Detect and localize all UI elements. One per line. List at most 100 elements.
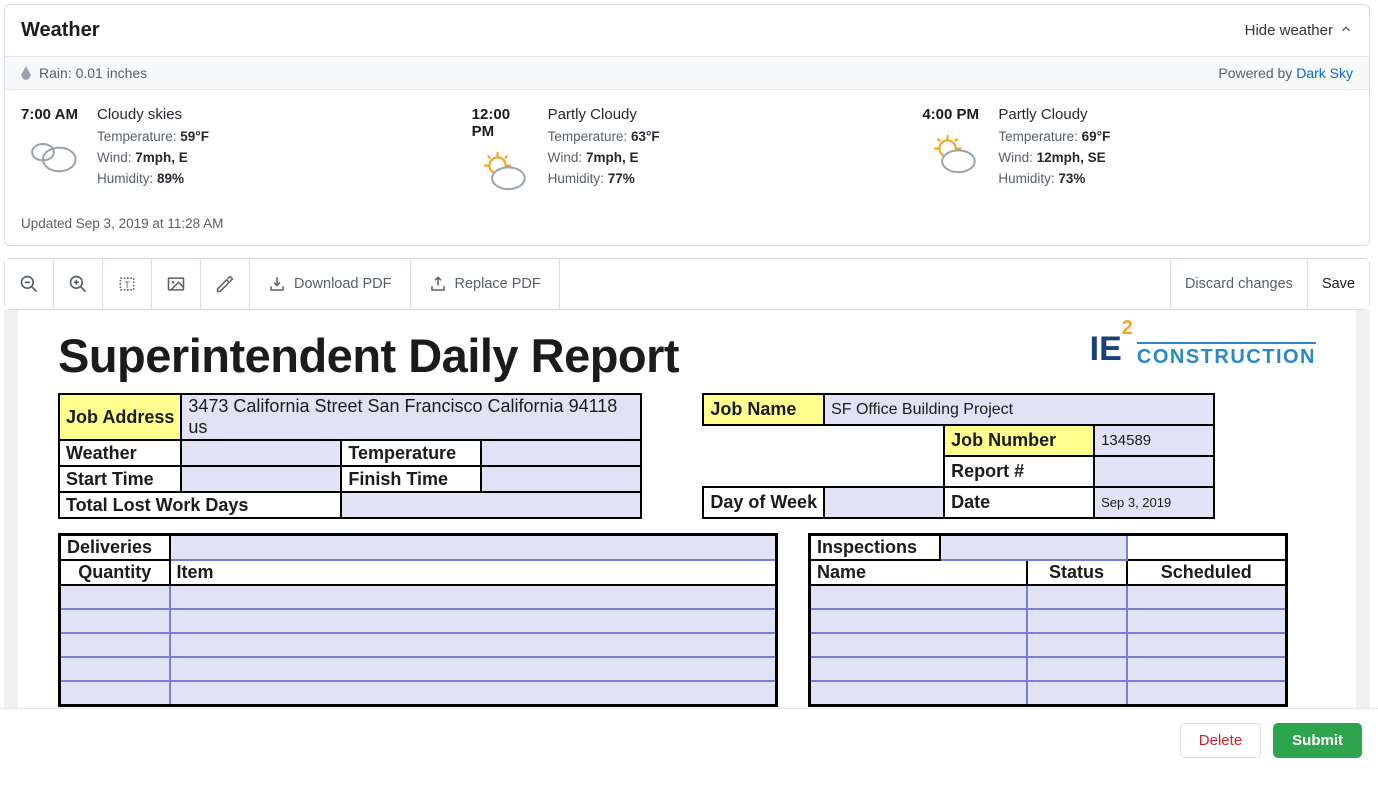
- col-status: Status: [1027, 560, 1127, 585]
- inspections-title-cell[interactable]: [940, 535, 1127, 561]
- weather-title: Weather: [21, 19, 100, 42]
- rain-bar: Rain: 0.01 inches Powered by Dark Sky: [5, 56, 1369, 90]
- insp-status-cell[interactable]: [1027, 633, 1127, 657]
- label-total-lost: Total Lost Work Days: [59, 492, 341, 518]
- field-job-name[interactable]: SF Office Building Project: [824, 394, 1214, 425]
- col-quantity: Quantity: [60, 560, 170, 585]
- delivery-qty-cell[interactable]: [60, 657, 170, 681]
- discard-changes-button[interactable]: Discard changes: [1170, 259, 1308, 309]
- label-finish-time: Finish Time: [341, 466, 481, 492]
- delivery-item-cell[interactable]: [170, 585, 777, 609]
- period-condition: Partly Cloudy: [998, 106, 1110, 123]
- label-day-of-week: Day of Week: [703, 487, 824, 518]
- delivery-qty-cell[interactable]: [60, 681, 170, 705]
- weather-periods: 7:00 AM Cloudy skies Temperature: 59°F W…: [5, 90, 1369, 210]
- weather-updated: Updated Sep 3, 2019 at 11:28 AM: [5, 210, 1369, 245]
- insp-sched-cell[interactable]: [1127, 657, 1287, 681]
- cloud-icon: [21, 123, 83, 185]
- weather-period: 4:00 PM Partly Cloudy Temperature: 69°F …: [922, 106, 1353, 202]
- insp-sched-cell[interactable]: [1127, 681, 1287, 705]
- delivery-item-cell[interactable]: [170, 633, 777, 657]
- document-page: IE2 CONSTRUCTION Superintendent Daily Re…: [18, 310, 1356, 708]
- delivery-item-cell[interactable]: [170, 609, 777, 633]
- field-job-address[interactable]: 3473 California Street San Francisco Cal…: [181, 394, 641, 440]
- deliveries-table: Deliveries Quantity Item: [58, 533, 778, 707]
- field-day-of-week[interactable]: [824, 487, 944, 518]
- logo-construction: CONSTRUCTION: [1137, 342, 1316, 369]
- insp-sched-cell[interactable]: [1127, 633, 1287, 657]
- field-temperature[interactable]: [481, 440, 641, 466]
- partly-cloudy-icon: [922, 123, 984, 185]
- period-wind: Wind: 7mph, E: [548, 150, 660, 165]
- label-job-number: Job Number: [944, 425, 1094, 456]
- period-humidity: Humidity: 77%: [548, 171, 660, 186]
- period-humidity: Humidity: 73%: [998, 171, 1110, 186]
- replace-pdf-label: Replace PDF: [455, 276, 541, 292]
- field-weather[interactable]: [181, 440, 341, 466]
- draw-button[interactable]: [201, 259, 250, 309]
- zoom-out-button[interactable]: [5, 259, 54, 309]
- zoom-in-button[interactable]: [54, 259, 103, 309]
- raindrop-icon: [21, 66, 31, 80]
- chevron-up-icon: [1339, 22, 1353, 40]
- footer-bar: Delete Submit: [0, 708, 1378, 772]
- powered-by: Powered by Dark Sky: [1218, 65, 1353, 81]
- dark-sky-link[interactable]: Dark Sky: [1296, 65, 1353, 81]
- logo-ie: IE: [1090, 330, 1122, 368]
- field-total-lost[interactable]: [341, 492, 641, 518]
- label-temperature: Temperature: [341, 440, 481, 466]
- delivery-item-cell[interactable]: [170, 657, 777, 681]
- replace-pdf-button[interactable]: Replace PDF: [411, 259, 560, 309]
- label-job-address: Job Address: [59, 394, 181, 440]
- insp-status-cell[interactable]: [1027, 609, 1127, 633]
- field-report-num[interactable]: [1094, 456, 1214, 487]
- hide-weather-button[interactable]: Hide weather: [1245, 22, 1353, 40]
- label-date: Date: [944, 487, 1094, 518]
- insp-name-cell[interactable]: [810, 609, 1027, 633]
- insp-name-cell[interactable]: [810, 585, 1027, 609]
- delivery-qty-cell[interactable]: [60, 609, 170, 633]
- rain-value: Rain: 0.01 inches: [39, 65, 147, 81]
- toolbar-spacer: [560, 259, 1170, 309]
- image-button[interactable]: [152, 259, 201, 309]
- delivery-qty-cell[interactable]: [60, 585, 170, 609]
- deliveries-heading: Deliveries: [60, 535, 170, 561]
- label-start-time: Start Time: [59, 466, 181, 492]
- text-box-button[interactable]: T: [103, 259, 152, 309]
- insp-status-cell[interactable]: [1027, 657, 1127, 681]
- field-finish-time[interactable]: [481, 466, 641, 492]
- hide-weather-label: Hide weather: [1245, 22, 1333, 39]
- svg-text:T: T: [124, 280, 130, 290]
- download-pdf-button[interactable]: Download PDF: [250, 259, 411, 309]
- insp-name-cell[interactable]: [810, 681, 1027, 705]
- document-viewport[interactable]: IE2 CONSTRUCTION Superintendent Daily Re…: [4, 310, 1370, 708]
- insp-name-cell[interactable]: [810, 657, 1027, 681]
- download-pdf-label: Download PDF: [294, 276, 392, 292]
- save-button[interactable]: Save: [1308, 259, 1369, 309]
- col-item: Item: [170, 560, 777, 585]
- insp-sched-cell[interactable]: [1127, 609, 1287, 633]
- powered-prefix: Powered by: [1218, 65, 1296, 81]
- field-start-time[interactable]: [181, 466, 341, 492]
- right-form-table: Job Name SF Office Building Project Job …: [702, 393, 1215, 519]
- discard-label: Discard changes: [1185, 276, 1293, 292]
- delete-button[interactable]: Delete: [1180, 723, 1261, 758]
- insp-status-cell[interactable]: [1027, 681, 1127, 705]
- weather-period: 7:00 AM Cloudy skies Temperature: 59°F W…: [21, 106, 452, 202]
- inspections-table: Inspections Name Status Scheduled: [808, 533, 1288, 707]
- pdf-toolbar: T Download PDF Replace PDF Discard chang…: [4, 258, 1370, 310]
- field-job-number[interactable]: 134589: [1094, 425, 1214, 456]
- period-temperature: Temperature: 59°F: [97, 129, 209, 144]
- deliveries-title-cell[interactable]: [170, 535, 777, 561]
- insp-status-cell[interactable]: [1027, 585, 1127, 609]
- weather-card: Weather Hide weather Rain: 0.01 inches P…: [4, 4, 1370, 246]
- period-temperature: Temperature: 63°F: [548, 129, 660, 144]
- submit-button[interactable]: Submit: [1273, 723, 1362, 758]
- delivery-item-cell[interactable]: [170, 681, 777, 705]
- insp-sched-cell[interactable]: [1127, 585, 1287, 609]
- delivery-qty-cell[interactable]: [60, 633, 170, 657]
- period-condition: Cloudy skies: [97, 106, 209, 123]
- insp-name-cell[interactable]: [810, 633, 1027, 657]
- field-date[interactable]: Sep 3, 2019: [1094, 487, 1214, 518]
- inspections-heading: Inspections: [810, 535, 940, 561]
